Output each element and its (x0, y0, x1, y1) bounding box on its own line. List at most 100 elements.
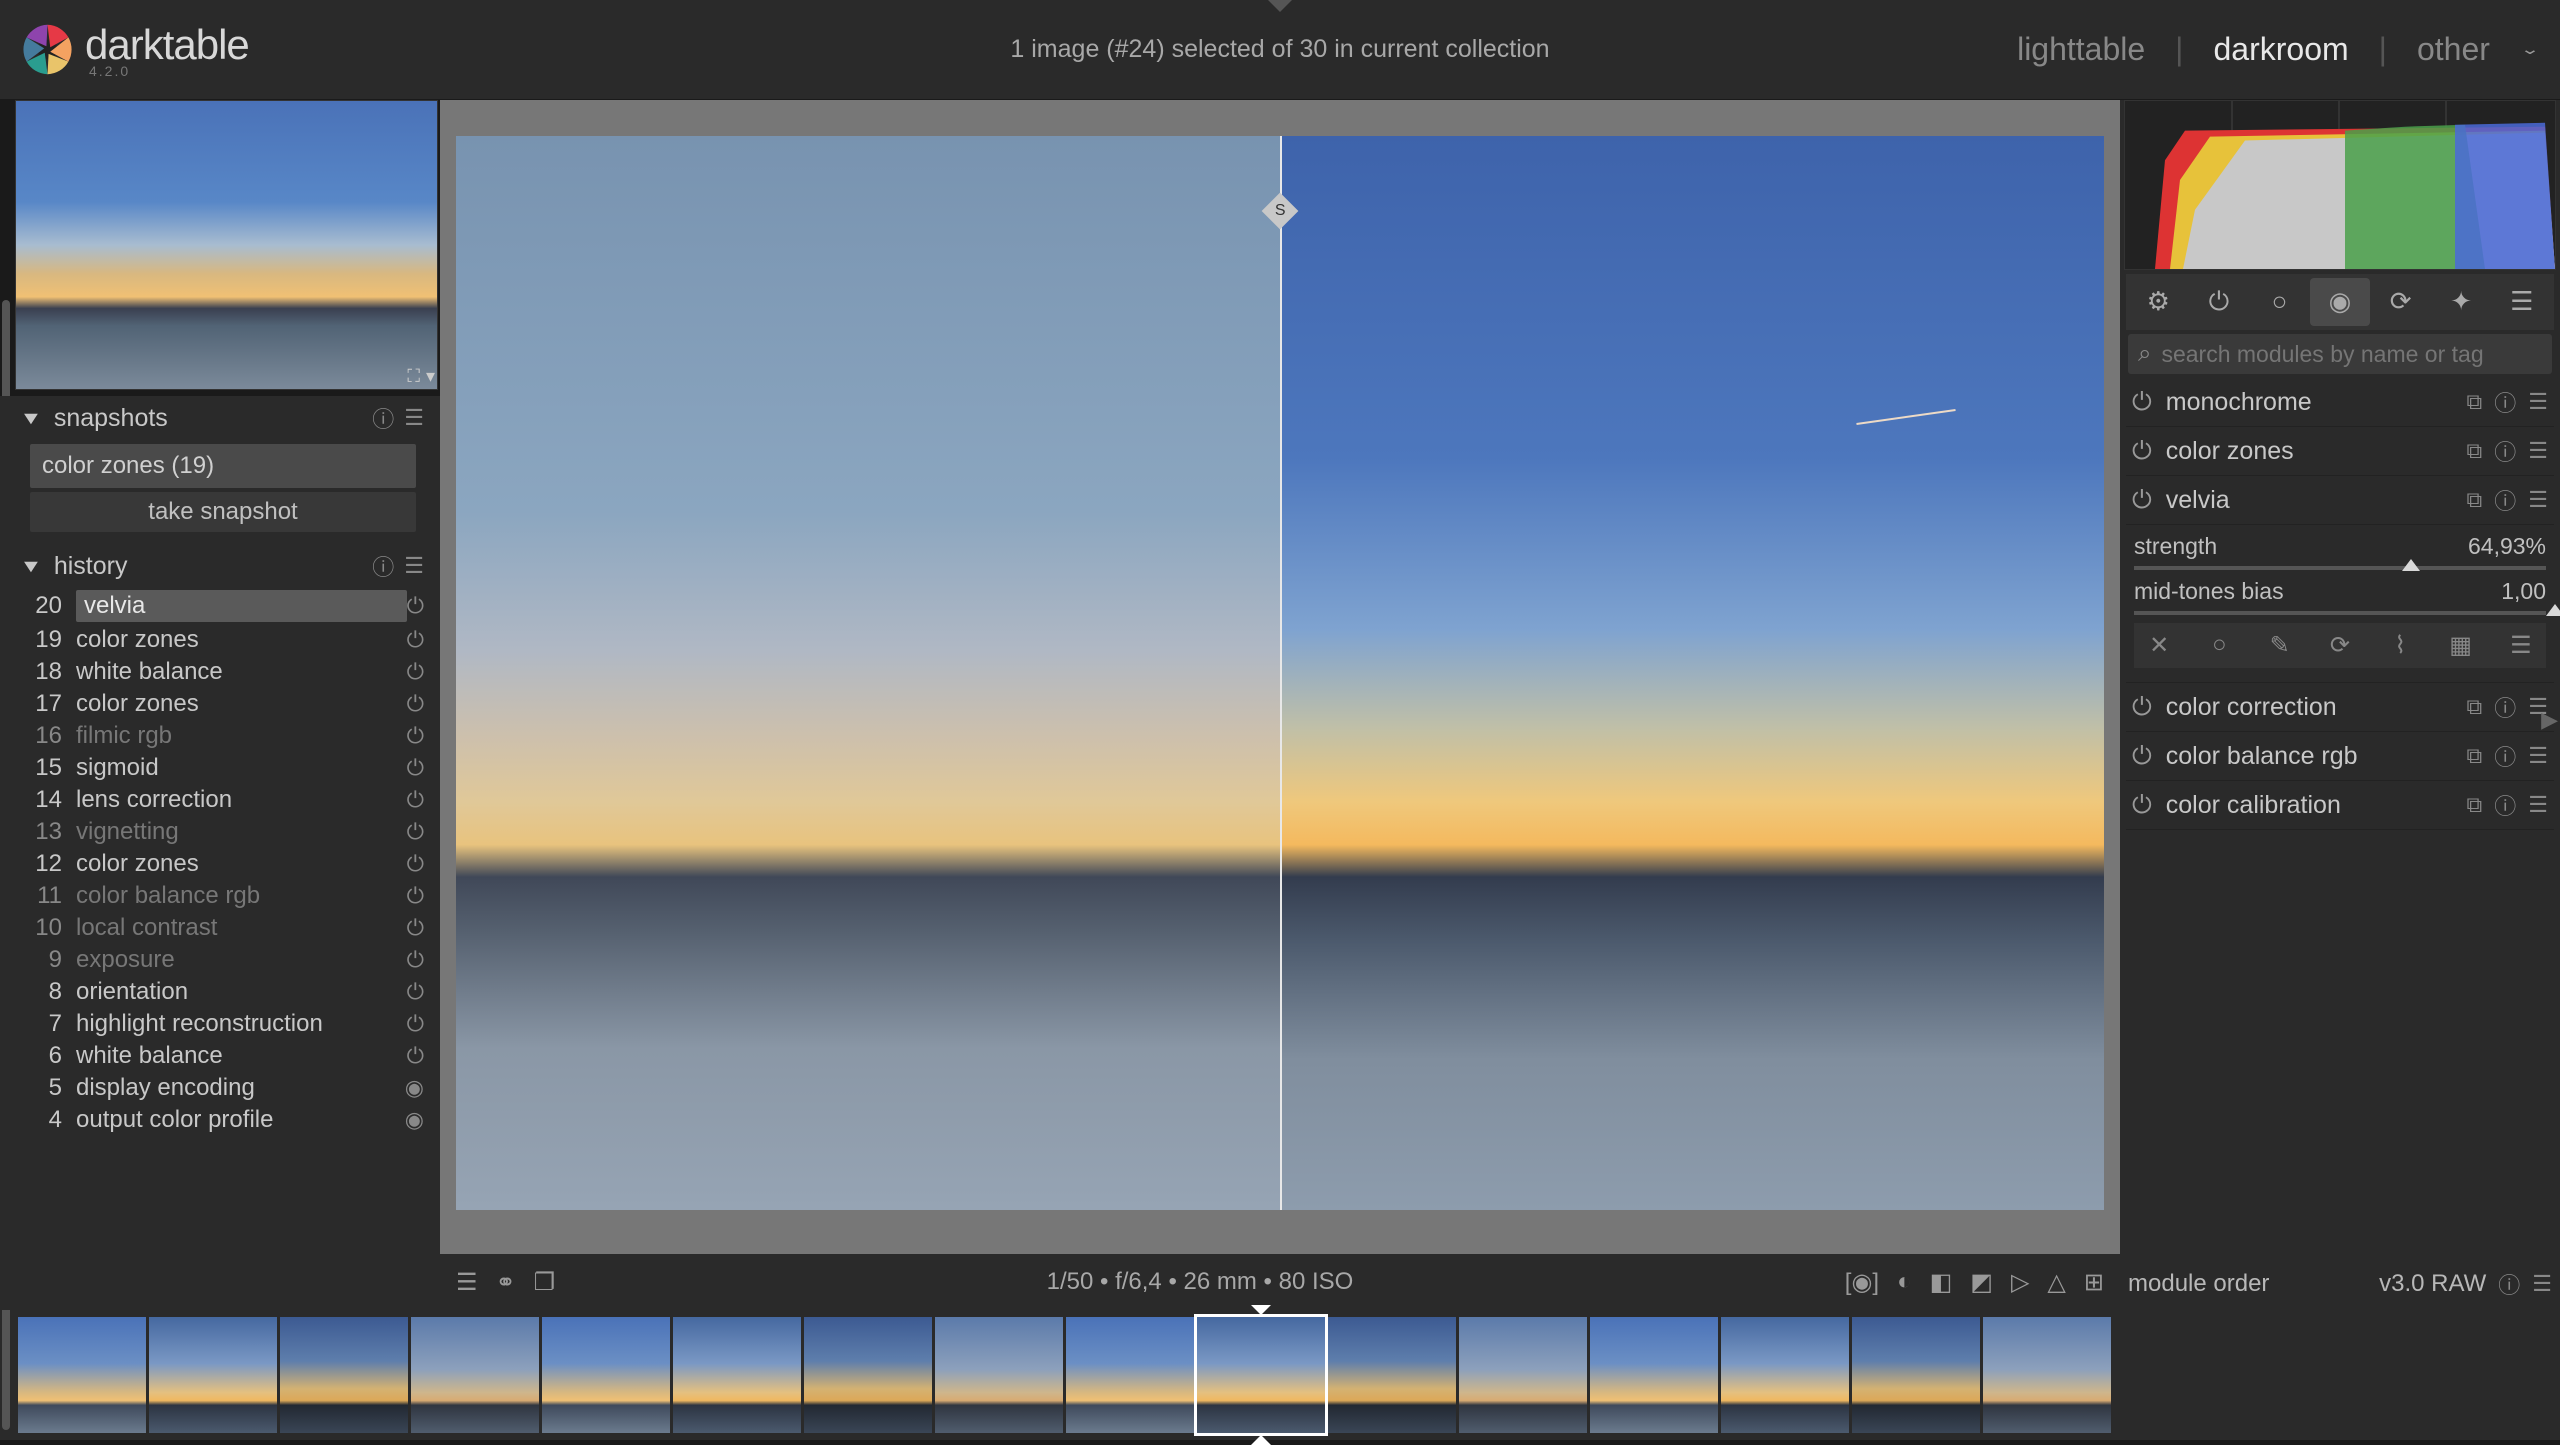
info-icon[interactable]: ⓘ (2498, 1268, 2520, 1300)
blend-menu-icon[interactable]: ☰ (2502, 631, 2540, 660)
power-icon[interactable]: ⏻ (407, 979, 424, 1005)
history-item[interactable]: 13vignetting⏻ (18, 816, 428, 848)
app-logo[interactable]: darktable 4.2.0 (20, 21, 249, 79)
power-icon[interactable]: ⏻ (407, 691, 424, 717)
filmstrip-thumb[interactable] (1721, 1317, 1849, 1433)
second-window-icon[interactable]: ❐ (534, 1268, 556, 1297)
presets-icon[interactable]: ☰ (2528, 438, 2548, 464)
power-icon[interactable]: ⏻ (2132, 486, 2152, 515)
overexposed-icon[interactable]: ◧ (1930, 1268, 1953, 1297)
tab-base-icon[interactable]: ○ (2249, 278, 2310, 326)
history-item[interactable]: 6white balance⏻ (18, 1040, 428, 1072)
history-item[interactable]: 5display encoding◉ (18, 1072, 428, 1104)
blend-raster-icon[interactable]: ▦ (2441, 631, 2479, 660)
power-icon[interactable]: ⏻ (2132, 693, 2152, 722)
filmstrip-thumb[interactable] (935, 1317, 1063, 1433)
reset-icon[interactable]: ⓘ (2494, 789, 2516, 821)
reset-icon[interactable]: ⓘ (2494, 691, 2516, 723)
history-item[interactable]: 14lens correction⏻ (18, 784, 428, 816)
tab-color-icon[interactable]: ◉ (2310, 278, 2371, 326)
power-icon[interactable]: ⏻ (407, 1043, 424, 1069)
power-icon[interactable]: ⏻ (407, 851, 424, 877)
styles-icon[interactable]: ⚭ (496, 1268, 516, 1297)
view-lighttable[interactable]: lighttable (2017, 31, 2145, 68)
history-item[interactable]: 9exposure⏻ (18, 944, 428, 976)
power-icon[interactable]: ⏻ (407, 915, 424, 941)
reset-icon[interactable]: ⓘ (2494, 386, 2516, 418)
module-order-row[interactable]: module order v3.0 RAW ⓘ ☰ (2120, 1258, 2560, 1310)
blend-uniform-icon[interactable]: ○ (2200, 631, 2238, 660)
history-item[interactable]: 15sigmoid⏻ (18, 752, 428, 784)
iso-check-icon[interactable]: ◐ (1897, 1268, 1912, 1297)
power-icon[interactable]: ⏻ (407, 627, 424, 653)
tab-effect-icon[interactable]: ✦ (2431, 278, 2492, 326)
reset-icon[interactable]: ⓘ (372, 402, 394, 434)
chevron-down-icon[interactable]: ▾ (426, 366, 435, 387)
focus-peaking-icon[interactable]: [◉] (1845, 1268, 1879, 1297)
power-icon[interactable]: ⏻ (407, 787, 424, 813)
slider-strength[interactable]: strength64,93% (2134, 529, 2546, 574)
multi-instance-icon[interactable]: ⧉ (2467, 694, 2483, 720)
filmstrip-thumb[interactable] (804, 1317, 932, 1433)
history-item[interactable]: 16filmic rgb⏻ (18, 720, 428, 752)
filmstrip-thumb[interactable] (1066, 1317, 1194, 1433)
menu-icon[interactable]: ☰ (2532, 1271, 2552, 1297)
snapshots-header[interactable]: ▼ snapshots ⓘ ☰ (18, 396, 428, 440)
filmstrip-thumb[interactable] (1328, 1317, 1456, 1433)
filmstrip-thumb[interactable] (1197, 1317, 1325, 1433)
presets-icon[interactable]: ☰ (2528, 743, 2548, 769)
power-icon[interactable]: ⏻ (2132, 388, 2152, 417)
blend-drawn-icon[interactable]: ✎ (2261, 631, 2299, 660)
split-divider[interactable] (1280, 136, 1282, 1210)
module-color-calibration[interactable]: ⏻color calibration⧉ⓘ☰ (2126, 781, 2554, 830)
filmstrip-thumb[interactable] (1590, 1317, 1718, 1433)
take-snapshot-button[interactable]: take snapshot (30, 492, 416, 532)
history-item[interactable]: 8orientation⏻ (18, 976, 428, 1008)
guides-icon[interactable]: ⊞ (2084, 1268, 2104, 1297)
reset-icon[interactable]: ⓘ (2494, 484, 2516, 516)
reset-icon[interactable]: ⓘ (372, 550, 394, 582)
histogram[interactable] (2124, 100, 2556, 270)
filmstrip-thumb[interactable] (18, 1317, 146, 1433)
filmstrip-thumb[interactable] (280, 1317, 408, 1433)
history-header[interactable]: ▼ history ⓘ ☰ (18, 544, 428, 588)
filmstrip-thumb[interactable] (1459, 1317, 1587, 1433)
history-item[interactable]: 11color balance rgb⏻ (18, 880, 428, 912)
power-icon[interactable]: ⏻ (407, 947, 424, 973)
slider-midtones[interactable]: mid-tones bias1,00 (2134, 574, 2546, 619)
module-color-zones[interactable]: ⏻color zones⧉ⓘ☰ (2126, 427, 2554, 476)
menu-icon[interactable]: ☰ (404, 553, 424, 579)
presets-icon[interactable]: ☰ (2528, 792, 2548, 818)
module-color-balance-rgb[interactable]: ⏻color balance rgb⧉ⓘ☰ (2126, 732, 2554, 781)
blend-drawnparam-icon[interactable]: ⌇ (2381, 631, 2419, 660)
power-icon[interactable]: ⏻ (2132, 791, 2152, 820)
filmstrip-thumb[interactable] (1983, 1317, 2111, 1433)
search-input[interactable] (2161, 341, 2542, 368)
navigation-thumbnail[interactable]: ⛶ ▾ (15, 100, 438, 390)
power-icon[interactable]: ⏻ (407, 723, 424, 749)
history-item[interactable]: 20velvia⏻ (18, 588, 428, 624)
history-item[interactable]: 12color zones⏻ (18, 848, 428, 880)
reset-icon[interactable]: ⓘ (2494, 435, 2516, 467)
module-monochrome[interactable]: ⏻monochrome⧉ⓘ☰ (2126, 378, 2554, 427)
power-icon[interactable]: ⏻ (407, 1011, 424, 1037)
module-color-correction[interactable]: ⏻color correction⧉ⓘ☰ (2126, 683, 2554, 732)
power-icon[interactable]: ⏻ (2132, 437, 2152, 466)
history-item[interactable]: 4output color profile◉ (18, 1104, 428, 1136)
reset-icon[interactable]: ⓘ (2494, 740, 2516, 772)
history-item[interactable]: 17color zones⏻ (18, 688, 428, 720)
quick-access-icon[interactable]: ☰ (456, 1268, 478, 1297)
multi-instance-icon[interactable]: ⧉ (2467, 743, 2483, 769)
power-icon[interactable]: ⏻ (407, 755, 424, 781)
blend-off-icon[interactable]: ✕ (2140, 631, 2178, 660)
filmstrip-thumb[interactable] (411, 1317, 539, 1433)
blend-param-icon[interactable]: ⟳ (2321, 631, 2359, 660)
expand-top-icon[interactable] (1268, 0, 1292, 12)
power-icon[interactable]: ⏻ (407, 819, 424, 845)
softproof-icon[interactable]: ▷ (2011, 1268, 2029, 1297)
power-icon[interactable]: ⏻ (407, 659, 424, 685)
history-item[interactable]: 7highlight reconstruction⏻ (18, 1008, 428, 1040)
module-search[interactable]: ⌕ (2128, 334, 2552, 374)
history-item[interactable]: 10local contrast⏻ (18, 912, 428, 944)
always-on-icon[interactable]: ◉ (405, 1107, 424, 1133)
